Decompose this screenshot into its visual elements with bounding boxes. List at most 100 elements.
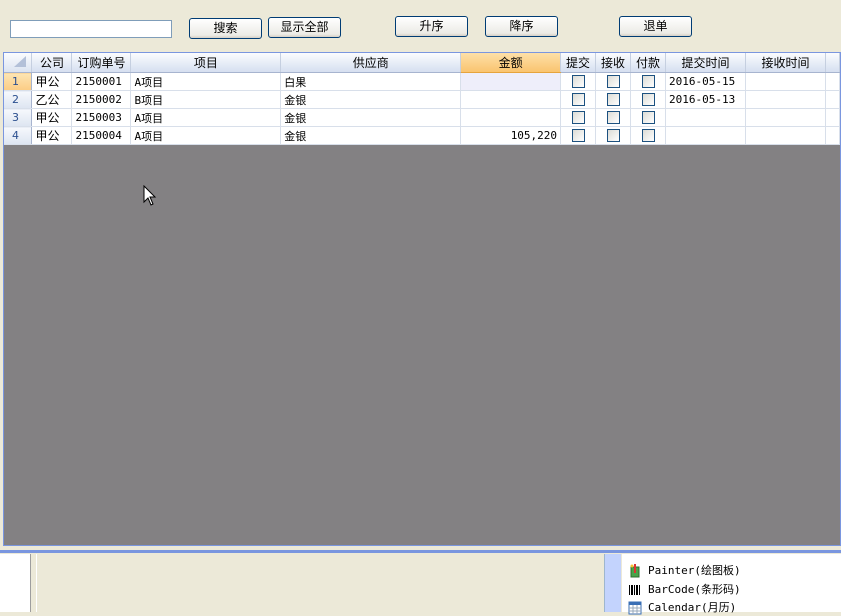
painter-icon (630, 564, 640, 578)
cell-receive[interactable] (595, 72, 632, 91)
table-row[interactable]: 4 甲公 2150004 A项目 金银 105,220 (4, 126, 840, 145)
search-button[interactable]: 搜索 (189, 18, 262, 39)
toolbox-item-barcode[interactable]: BarCode(条形码) (629, 582, 741, 598)
column-header-item[interactable]: 项目 (130, 53, 282, 73)
receive-checkbox[interactable] (606, 111, 620, 125)
mouse-pointer-icon (143, 185, 157, 206)
cell-item[interactable]: B项目 (130, 90, 282, 109)
pay-checkbox[interactable] (641, 75, 655, 89)
column-header-submit[interactable]: 提交 (560, 53, 597, 73)
cell-receive-time[interactable] (745, 72, 826, 91)
submit-checkbox[interactable] (571, 129, 585, 143)
pay-checkbox[interactable] (641, 93, 655, 107)
cell-submit-time[interactable]: 2016-05-13 (665, 90, 746, 109)
vertical-scrollbar[interactable] (604, 554, 621, 612)
cell-item[interactable]: A项目 (130, 72, 282, 91)
pay-checkbox[interactable] (641, 111, 655, 125)
cell-submit[interactable] (560, 90, 597, 109)
cell-pay[interactable] (630, 126, 666, 145)
cell-pay[interactable] (630, 90, 666, 109)
submit-checkbox[interactable] (571, 111, 585, 125)
toolbox-item-calendar[interactable]: Calendar(月历) (628, 600, 737, 616)
cell-amount[interactable]: 105,220 (460, 126, 562, 145)
submit-checkbox[interactable] (571, 75, 585, 89)
cell-order-no[interactable]: 2150001 (71, 72, 132, 91)
barcode-icon (629, 585, 640, 595)
cell-receive-time[interactable] (745, 108, 826, 127)
toolbox-item-label: BarCode(条形码) (648, 583, 741, 596)
receive-checkbox[interactable] (606, 75, 620, 89)
toolbox-item-label: Painter(绘图板) (648, 564, 741, 577)
cell-submit-time[interactable] (665, 126, 746, 145)
cell-receive[interactable] (595, 108, 632, 127)
cell-amount[interactable] (460, 90, 562, 109)
cell-pay[interactable] (630, 72, 666, 91)
cell-supplier[interactable]: 金银 (280, 126, 462, 145)
cell-pay[interactable] (630, 108, 666, 127)
table-row[interactable]: 1 甲公 2150001 A项目 白果 2016-05-15 (4, 72, 840, 91)
cell-company[interactable]: 甲公 (31, 72, 73, 91)
column-header-pay[interactable]: 付款 (630, 53, 666, 73)
cell-order-no[interactable]: 2150004 (71, 126, 132, 145)
column-header-amount[interactable]: 金额 (460, 53, 562, 73)
table-row[interactable]: 3 甲公 2150003 A项目 金银 (4, 108, 840, 127)
cell-item[interactable]: A项目 (130, 108, 282, 127)
column-header-supplier[interactable]: 供应商 (280, 53, 462, 73)
cell-submit-time[interactable]: 2016-05-15 (665, 72, 746, 91)
pay-checkbox[interactable] (641, 129, 655, 143)
editor-pane[interactable] (36, 554, 605, 612)
search-input[interactable] (10, 20, 172, 38)
column-header-submit-time[interactable]: 提交时间 (665, 53, 746, 73)
cell-submit[interactable] (560, 72, 597, 91)
table-row[interactable]: 2 乙公 2150002 B项目 金银 2016-05-13 (4, 90, 840, 109)
cell-supplier[interactable]: 金银 (280, 108, 462, 127)
cell-supplier[interactable]: 白果 (280, 72, 462, 91)
order-table: 公司 订购单号 项目 供应商 金额 提交 接收 付款 提交时间 接收时间 1 甲… (4, 53, 840, 145)
order-grid[interactable]: 公司 订购单号 项目 供应商 金额 提交 接收 付款 提交时间 接收时间 1 甲… (3, 52, 841, 546)
column-header-receive[interactable]: 接收 (595, 53, 632, 73)
column-header-receive-time[interactable]: 接收时间 (745, 53, 826, 73)
select-all-corner[interactable] (4, 53, 33, 73)
show-all-button[interactable]: 显示全部 (268, 17, 341, 38)
row-number[interactable]: 2 (4, 90, 33, 109)
cell-filler (825, 126, 840, 145)
toolbar: 搜索 显示全部 升序 降序 退单 (0, 0, 841, 52)
panel-divider[interactable] (0, 550, 841, 553)
sort-descending-button[interactable]: 降序 (485, 16, 558, 37)
receive-checkbox[interactable] (606, 93, 620, 107)
calendar-icon (628, 601, 642, 615)
row-number[interactable]: 4 (4, 126, 33, 145)
toolbox-pane[interactable]: Painter(绘图板) BarCode(条形码) Calendar(月历) (622, 554, 841, 615)
cell-filler (825, 90, 840, 109)
receive-checkbox[interactable] (606, 129, 620, 143)
cell-filler (825, 108, 840, 127)
cell-filler (825, 72, 840, 91)
sort-ascending-button[interactable]: 升序 (395, 16, 468, 37)
cell-receive-time[interactable] (745, 90, 826, 109)
row-number[interactable]: 1 (4, 72, 33, 91)
cell-amount[interactable] (460, 108, 562, 127)
toolbox-item-painter[interactable]: Painter(绘图板) (630, 563, 741, 579)
cell-receive[interactable] (595, 90, 632, 109)
cell-company[interactable]: 乙公 (31, 90, 73, 109)
toolbox-item-label: Calendar(月历) (648, 601, 737, 614)
cell-receive-time[interactable] (745, 126, 826, 145)
cell-receive[interactable] (595, 126, 632, 145)
header-row: 公司 订购单号 项目 供应商 金额 提交 接收 付款 提交时间 接收时间 (4, 53, 840, 73)
row-number[interactable]: 3 (4, 108, 33, 127)
cell-submit[interactable] (560, 126, 597, 145)
cell-company[interactable]: 甲公 (31, 108, 73, 127)
column-header-company[interactable]: 公司 (31, 53, 73, 73)
cell-order-no[interactable]: 2150003 (71, 108, 132, 127)
column-header-order-no[interactable]: 订购单号 (71, 53, 132, 73)
cell-supplier[interactable]: 金银 (280, 90, 462, 109)
cell-submit-time[interactable] (665, 108, 746, 127)
cell-item[interactable]: A项目 (130, 126, 282, 145)
left-pane[interactable] (0, 554, 31, 612)
cell-order-no[interactable]: 2150002 (71, 90, 132, 109)
submit-checkbox[interactable] (571, 93, 585, 107)
exit-order-button[interactable]: 退单 (619, 16, 692, 37)
cell-amount[interactable] (460, 72, 562, 91)
cell-submit[interactable] (560, 108, 597, 127)
cell-company[interactable]: 甲公 (31, 126, 73, 145)
